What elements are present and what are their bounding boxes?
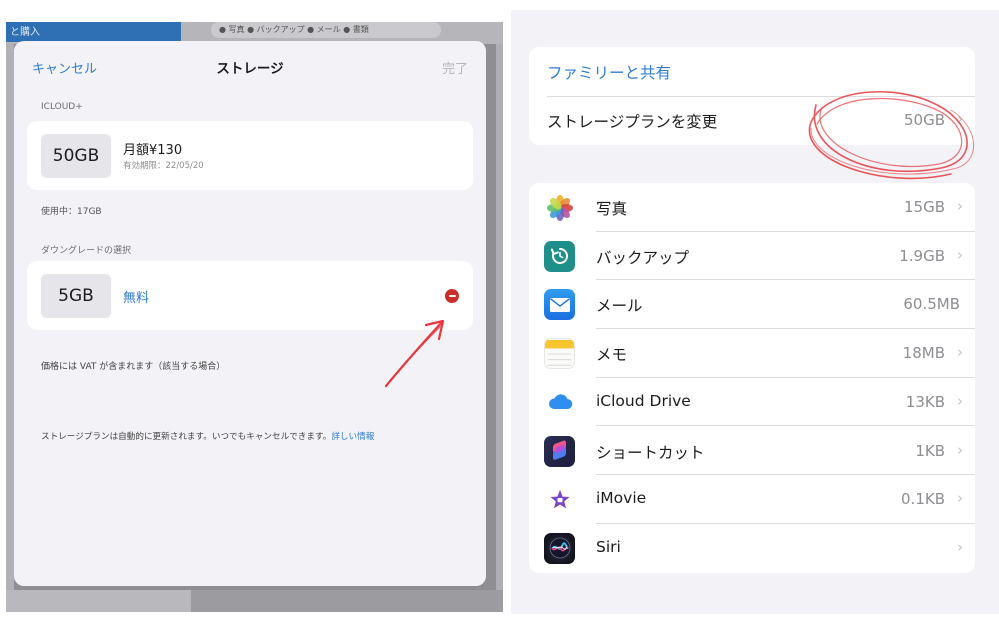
chevron-right-icon: ›: [957, 440, 963, 459]
list-item-shortcuts[interactable]: ショートカット 1KB ›: [529, 427, 975, 476]
remove-downgrade-icon[interactable]: [445, 289, 459, 303]
background-footer-left: [6, 590, 191, 612]
usage-text: 使用中：17GB: [41, 207, 102, 217]
list-item-imovie[interactable]: iMovie 0.1KB ›: [529, 475, 975, 524]
app-name: メモ: [596, 346, 628, 365]
downgrade-plan-price[interactable]: 無料: [123, 287, 149, 306]
change-storage-plan-label: ストレージプランを変更: [547, 113, 718, 131]
vat-note: 価格には VAT が含まれます（該当する場合）: [41, 362, 226, 372]
modal-title: ストレージ: [216, 61, 284, 77]
left-screenshot-panel: と購入 ● 写真 ● バックアップ ● メール ● 書類 キャンセル ストレージ…: [6, 22, 503, 612]
app-size: 18MB: [902, 344, 945, 363]
app-name: ショートカット: [596, 443, 705, 462]
app-name: メール: [596, 297, 643, 316]
background-sidebar-item: と購入: [6, 22, 181, 42]
app-size: 60.5MB: [903, 295, 960, 314]
chevron-right-icon: ›: [957, 245, 963, 264]
plan-settings-group: ファミリーと共有 ストレージプランを変更 50GB ›: [529, 47, 975, 145]
app-name: Siri: [596, 537, 621, 556]
section-header-current: ICLOUD+: [41, 102, 83, 112]
icloud-drive-icon: [544, 386, 575, 418]
notes-icon: [544, 338, 575, 370]
mail-icon: [544, 289, 575, 321]
shortcuts-icon: [544, 435, 575, 467]
siri-icon: [544, 532, 575, 564]
background-sidebar: [6, 44, 14, 612]
auto-renew-text: ストレージプランは自動的に更新されます。いつでもキャンセルできます。: [41, 432, 332, 442]
app-size: 15GB: [903, 198, 945, 216]
learn-more-link[interactable]: 詳しい情報: [331, 432, 374, 442]
section-header-downgrade: ダウングレードの選択: [41, 246, 132, 256]
current-plan-card: 50GB 月額¥130 有効期限：22/05/20: [27, 121, 473, 190]
current-plan-expiry: 有効期限：22/05/20: [123, 161, 204, 171]
app-name: iCloud Drive: [596, 391, 691, 410]
right-screenshot-panel: ファミリーと共有 ストレージプランを変更 50GB › 写真 15GB › バッ…: [511, 10, 999, 614]
chevron-right-icon: ›: [957, 197, 963, 215]
app-name: iMovie: [596, 489, 647, 508]
list-item-notes[interactable]: メモ 18MB ›: [529, 329, 975, 378]
chevron-right-icon: ›: [957, 343, 963, 362]
family-sharing-link[interactable]: ファミリーと共有: [547, 61, 671, 83]
change-storage-plan-row[interactable]: ストレージプランを変更 50GB ›: [529, 97, 975, 145]
list-item-icloud-drive[interactable]: iCloud Drive 13KB ›: [529, 378, 975, 427]
app-size: 1KB: [915, 441, 945, 460]
app-size: 0.1KB: [901, 490, 945, 509]
auto-renew-note: ストレージプランは自動的に更新されます。いつでもキャンセルできます。詳しい情報: [41, 430, 374, 442]
storage-usage-list: 写真 15GB › バックアップ 1.9GB › メール 60.5MB メモ 1…: [529, 183, 975, 573]
list-item-photos[interactable]: 写真 15GB ›: [529, 183, 975, 232]
app-size: 1.9GB: [899, 246, 945, 265]
chevron-right-icon: ›: [957, 391, 963, 410]
app-name: バックアップ: [596, 248, 690, 267]
downgrade-plan-size: 5GB: [41, 274, 111, 318]
app-name: 写真: [596, 200, 628, 218]
background-right-edge: [496, 44, 503, 612]
current-plan-price: 月額¥130: [123, 143, 183, 158]
change-storage-plan-value: 50GB: [903, 111, 945, 129]
background-storage-legend: ● 写真 ● バックアップ ● メール ● 書類: [211, 22, 441, 38]
current-plan-size: 50GB: [41, 134, 111, 178]
imovie-icon: [544, 484, 575, 516]
list-item-siri[interactable]: Siri ›: [529, 524, 975, 573]
chevron-right-icon: ›: [957, 537, 963, 556]
done-button[interactable]: 完了: [442, 58, 468, 77]
app-size: 13KB: [905, 392, 945, 411]
downgrade-option-card[interactable]: 5GB 無料: [27, 261, 473, 330]
storage-modal: キャンセル ストレージ 完了 ICLOUD+ 50GB 月額¥130 有効期限：…: [14, 41, 486, 586]
list-item-mail[interactable]: メール 60.5MB: [529, 280, 975, 330]
list-item-backup[interactable]: バックアップ 1.9GB ›: [529, 232, 975, 281]
backup-icon: [544, 240, 575, 272]
photos-icon: [544, 192, 575, 223]
chevron-right-icon: ›: [957, 489, 963, 508]
chevron-right-icon: ›: [957, 110, 963, 128]
